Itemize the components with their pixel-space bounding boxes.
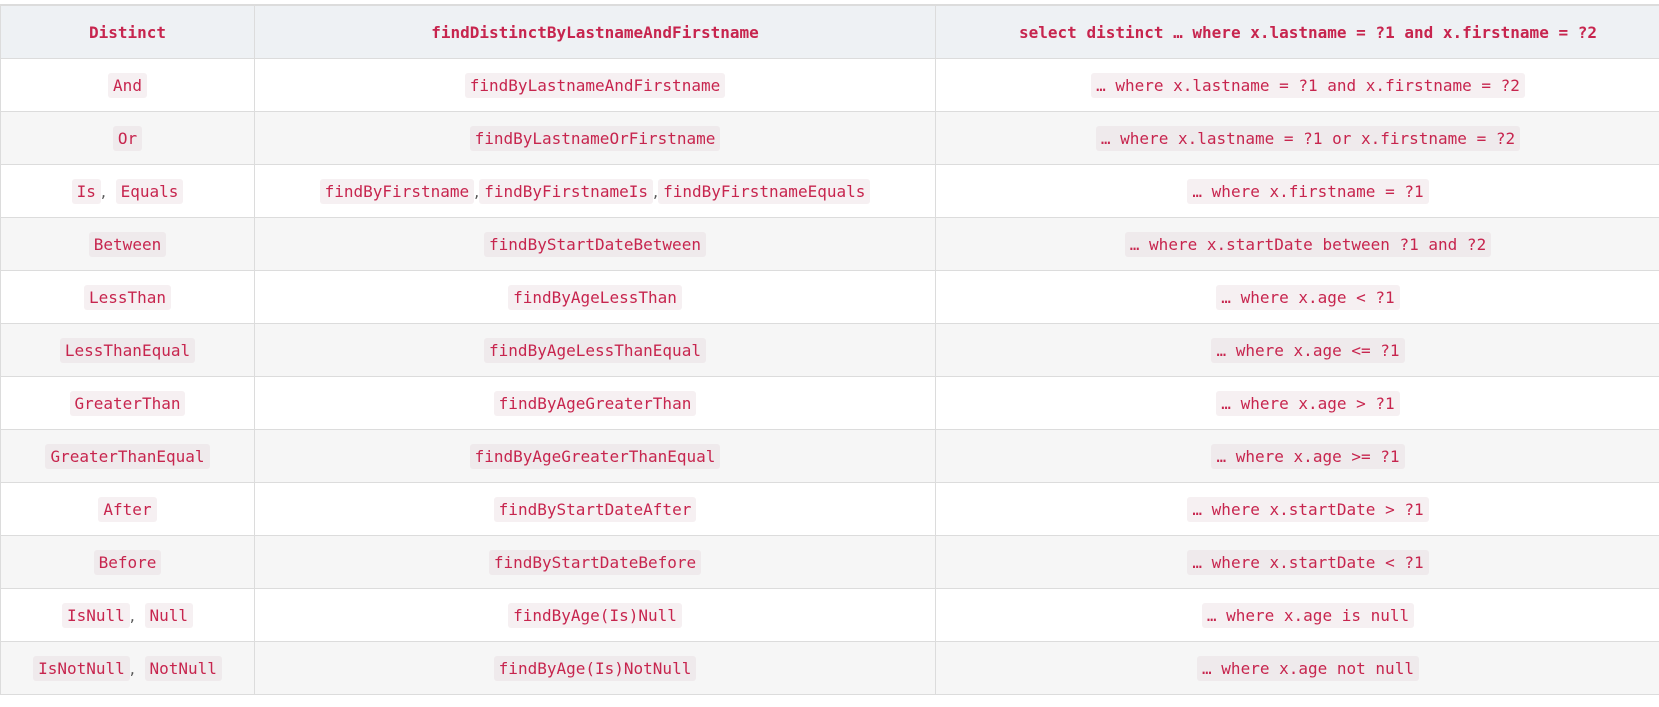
- keyword-code: LessThanEqual: [59, 337, 196, 363]
- sample-code: findByStartDateAfter: [493, 496, 697, 522]
- keywords-table: Distinct findDistinctByLastnameAndFirstn…: [0, 4, 1659, 695]
- list-separator: ,: [129, 658, 135, 678]
- table-header: Distinct findDistinctByLastnameAndFirstn…: [0, 4, 1659, 59]
- keyword-cell: After: [0, 482, 255, 536]
- keyword-code: Or: [112, 125, 143, 151]
- keyword-cell: GreaterThanEqual: [0, 429, 255, 483]
- sample-cell: findByAgeLessThanEqual: [254, 323, 936, 377]
- jpql-code: … where x.age >= ?1: [1211, 443, 1405, 469]
- jpql-cell: … where x.age > ?1: [935, 376, 1659, 430]
- table-row: IsNull, Null findByAge(Is)Null … where x.a…: [0, 588, 1659, 642]
- jpql-code: … where x.age <= ?1: [1211, 337, 1405, 363]
- sample-code: findByFirstnameIs: [479, 178, 653, 204]
- keyword-code: IsNull: [61, 602, 130, 628]
- table-body: And findByLastnameAndFirstname … where x.l…: [0, 58, 1659, 695]
- jpql-cell: … where x.startDate > ?1: [935, 482, 1659, 536]
- jpql-cell: … where x.age is null: [935, 588, 1659, 642]
- sample-cell: findByLastnameOrFirstname: [254, 111, 936, 165]
- keyword-cell: Or: [0, 111, 255, 165]
- table-row: GreaterThanEqual findByAgeGreaterThanEqua…: [0, 429, 1659, 483]
- sample-code: findByAgeGreaterThanEqual: [469, 443, 721, 469]
- keyword-cell: IsNotNull, NotNull: [0, 641, 255, 695]
- keyword-code: After: [98, 496, 157, 522]
- list-separator: ,: [100, 181, 106, 201]
- keyword-cell: LessThanEqual: [0, 323, 255, 377]
- sample-cell: findByAge(Is)NotNull: [254, 641, 936, 695]
- jpql-cell: … where x.lastname = ?1 and x.firstname …: [935, 58, 1659, 112]
- jpql-code: … where x.lastname = ?1 and x.firstname …: [1091, 72, 1525, 98]
- table-row: LessThanEqual findByAgeLessThanEqual … whe…: [0, 323, 1659, 377]
- jpql-cell: … where x.age <= ?1: [935, 323, 1659, 377]
- keyword-code: IsNotNull: [33, 655, 130, 681]
- sample-code: findByAge(Is)Null: [508, 602, 682, 628]
- sample-code: findByLastnameOrFirstname: [469, 125, 721, 151]
- keyword-cell: IsNull, Null: [0, 588, 255, 642]
- header-cell-keyword: Distinct: [0, 4, 255, 59]
- table-row: After findByStartDateAfter … where x.start…: [0, 482, 1659, 536]
- header-cell-jpql: select distinct … where x.lastname = ?1 …: [935, 4, 1659, 59]
- keyword-code: NotNull: [144, 655, 222, 681]
- sample-code: findByAge(Is)NotNull: [493, 655, 697, 681]
- jpql-cell: … where x.startDate between ?1 and ?2: [935, 217, 1659, 271]
- keyword-code: Null: [144, 602, 194, 628]
- jpql-code: … where x.age not null: [1197, 655, 1419, 681]
- header-row: Distinct findDistinctByLastnameAndFirstn…: [0, 4, 1659, 59]
- jpql-code: … where x.age is null: [1201, 602, 1415, 628]
- table-row: LessThan findByAgeLessThan … where x.age <…: [0, 270, 1659, 324]
- jpql-cell: … where x.firstname = ?1: [935, 164, 1659, 218]
- keyword-cell: Is, Equals: [0, 164, 255, 218]
- sample-code: findByAgeGreaterThan: [493, 390, 697, 416]
- sample-code: findByAgeLessThan: [508, 284, 682, 310]
- sample-code: findByFirstname: [319, 178, 475, 204]
- jpql-code: … where x.lastname = ?1 or x.firstname =…: [1095, 125, 1521, 151]
- table-row: Or findByLastnameOrFirstname … where x.las…: [0, 111, 1659, 165]
- jpql-code: … where x.firstname = ?1: [1187, 178, 1429, 204]
- keyword-code: Equals: [115, 178, 184, 204]
- sample-cell: findByAgeLessThan: [254, 270, 936, 324]
- table-row: And findByLastnameAndFirstname … where x.l…: [0, 58, 1659, 112]
- keyword-code: GreaterThanEqual: [45, 443, 210, 469]
- list-separator: ,: [129, 605, 135, 625]
- table-row: Between findByStartDateBetween … where x.s…: [0, 217, 1659, 271]
- jpql-code: … where x.startDate > ?1: [1187, 496, 1429, 522]
- header-cell-sample: findDistinctByLastnameAndFirstname: [254, 4, 936, 59]
- keyword-code: Before: [93, 549, 162, 575]
- sample-cell: findByAgeGreaterThan: [254, 376, 936, 430]
- keyword-cell: GreaterThan: [0, 376, 255, 430]
- keyword-cell: LessThan: [0, 270, 255, 324]
- sample-cell: findByStartDateBetween: [254, 217, 936, 271]
- sample-cell: findByAge(Is)Null: [254, 588, 936, 642]
- table-row: GreaterThan findByAgeGreaterThan … where x…: [0, 376, 1659, 430]
- sample-code: findByStartDateBetween: [484, 231, 706, 257]
- sample-cell: findByFirstname, findByFirstnameIs, findBy…: [254, 164, 936, 218]
- keyword-code: GreaterThan: [69, 390, 186, 416]
- table-row: Before findByStartDateBefore … where x.sta…: [0, 535, 1659, 589]
- jpql-cell: … where x.age not null: [935, 641, 1659, 695]
- table-row: IsNotNull, NotNull findByAge(Is)NotNull … …: [0, 641, 1659, 695]
- keyword-cell: Before: [0, 535, 255, 589]
- jpql-code: … where x.startDate < ?1: [1187, 549, 1429, 575]
- keyword-code: Between: [88, 231, 167, 257]
- sample-code: findByStartDateBefore: [488, 549, 702, 575]
- table-row: Is, Equals findByFirstname, findByFirstnam…: [0, 164, 1659, 218]
- jpql-cell: … where x.startDate < ?1: [935, 535, 1659, 589]
- keyword-code: LessThan: [83, 284, 172, 310]
- jpql-cell: … where x.age < ?1: [935, 270, 1659, 324]
- sample-cell: findByStartDateAfter: [254, 482, 936, 536]
- sample-cell: findByAgeGreaterThanEqual: [254, 429, 936, 483]
- jpql-code: … where x.startDate between ?1 and ?2: [1124, 231, 1492, 257]
- sample-code: findByAgeLessThanEqual: [484, 337, 706, 363]
- jpql-cell: … where x.age >= ?1: [935, 429, 1659, 483]
- keyword-cell: And: [0, 58, 255, 112]
- jpql-code: … where x.age > ?1: [1216, 390, 1400, 416]
- keyword-code: Is: [71, 178, 101, 204]
- sample-cell: findByStartDateBefore: [254, 535, 936, 589]
- keyword-cell: Between: [0, 217, 255, 271]
- jpql-cell: … where x.lastname = ?1 or x.firstname =…: [935, 111, 1659, 165]
- keyword-code: And: [108, 72, 147, 98]
- sample-code: findByLastnameAndFirstname: [464, 72, 726, 98]
- sample-code: findByFirstnameEquals: [658, 178, 871, 204]
- jpql-code: … where x.age < ?1: [1216, 284, 1400, 310]
- sample-cell: findByLastnameAndFirstname: [254, 58, 936, 112]
